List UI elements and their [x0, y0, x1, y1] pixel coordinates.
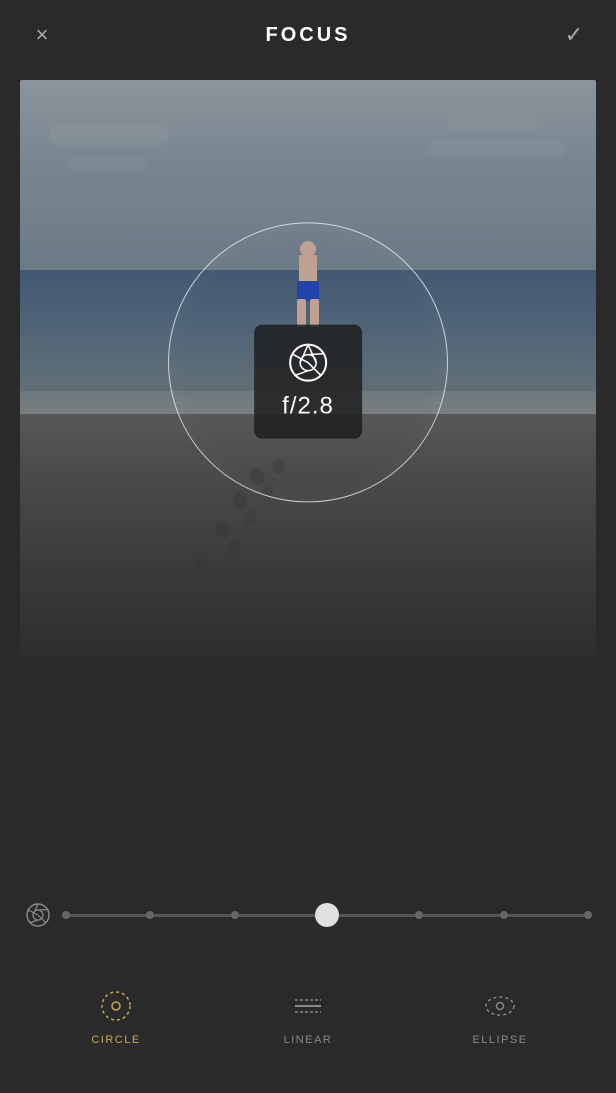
- linear-mode-icon: [288, 986, 328, 1026]
- slider-dot-4-active: [315, 903, 339, 927]
- ellipse-mode-icon: [480, 986, 520, 1026]
- circle-mode-icon: [96, 986, 136, 1026]
- slider-dot-3: [231, 911, 239, 919]
- slider-dot-5: [415, 911, 423, 919]
- tab-circle[interactable]: CIRCLE: [20, 986, 212, 1046]
- slider-aperture-icon: [24, 901, 52, 929]
- slider-dots: [62, 903, 592, 927]
- tab-ellipse[interactable]: ELLIPSE: [404, 986, 596, 1046]
- close-icon: ×: [36, 22, 49, 48]
- slider-dot-7: [584, 911, 592, 919]
- linear-tab-label: LINEAR: [284, 1034, 333, 1046]
- page-title: FOCUS: [266, 24, 351, 47]
- person-torso: [299, 255, 317, 283]
- checkmark-icon: ✓: [565, 22, 583, 48]
- f-stop-display: f/2.8: [282, 393, 334, 421]
- app-header: × FOCUS ✓: [0, 0, 616, 70]
- confirm-button[interactable]: ✓: [556, 17, 592, 53]
- aperture-slider[interactable]: [62, 914, 592, 917]
- circle-tab-label: CIRCLE: [91, 1034, 140, 1046]
- slider-dot-2: [146, 911, 154, 919]
- person-shorts: [297, 281, 319, 301]
- photo-canvas[interactable]: f/2.8: [20, 80, 596, 656]
- person-leg-left: [297, 299, 306, 327]
- close-button[interactable]: ×: [24, 17, 60, 53]
- person-figure: [293, 241, 323, 331]
- person-leg-right: [310, 299, 319, 327]
- slider-dot-1: [62, 911, 70, 919]
- mode-tab-bar: CIRCLE LINEAR: [0, 949, 616, 1093]
- focus-value-overlay: f/2.8: [254, 325, 362, 439]
- controls-panel: CIRCLE LINEAR: [0, 873, 616, 1093]
- slider-dot-6: [500, 911, 508, 919]
- aperture-overlay-icon: [286, 341, 330, 385]
- ellipse-tab-label: ELLIPSE: [472, 1034, 527, 1046]
- tab-linear[interactable]: LINEAR: [212, 986, 404, 1046]
- aperture-slider-row: [0, 873, 616, 949]
